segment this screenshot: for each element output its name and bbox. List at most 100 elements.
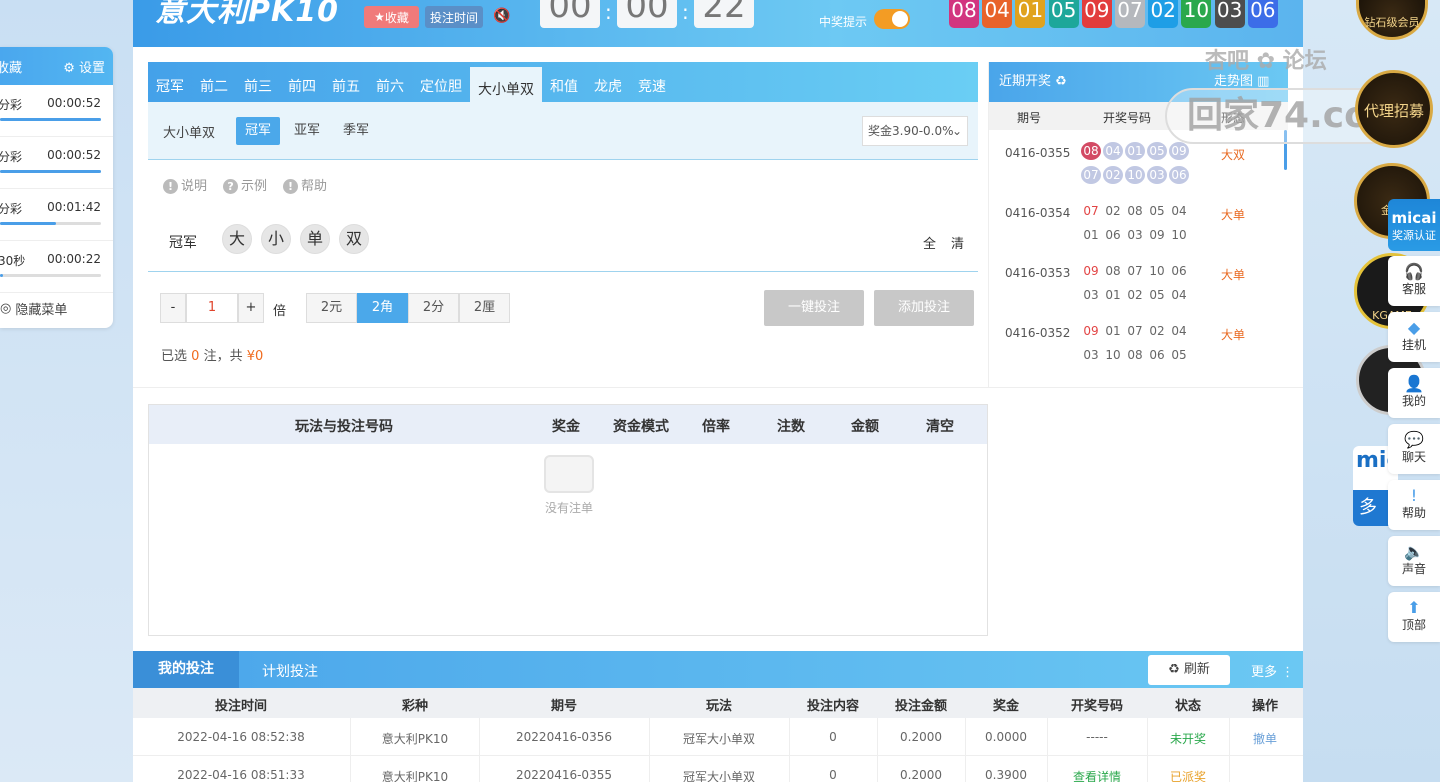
select-all-button[interactable]: 全 — [923, 233, 936, 252]
mute-icon[interactable]: 🔇 — [493, 8, 510, 24]
help-links: ! 说明 ? 示例 ! 帮助 — [163, 175, 327, 194]
records-cell[interactable]: 查看详情 — [1073, 768, 1121, 782]
sidebar-item[interactable]: ⬆ 顶部 — [1388, 592, 1440, 642]
multiplier-minus-button[interactable]: - — [160, 293, 186, 323]
money-unit-button[interactable]: 2角 — [357, 293, 408, 323]
favorite-game-name: 分彩 — [0, 98, 23, 112]
draw-issue: 0416-0352 — [1005, 326, 1071, 340]
prize-tip-label: 中奖提示 — [819, 15, 868, 29]
micai-sub: 奖源认证 — [1392, 229, 1436, 242]
multiplier-plus-button[interactable]: + — [238, 293, 264, 323]
favorite-game-item[interactable]: 分彩 00:00:52 — [0, 137, 113, 189]
odds-select[interactable]: 奖金3.90-0.0% ⌄ — [862, 116, 968, 146]
tab-play[interactable]: 前四 — [280, 62, 324, 102]
col-issue: 期号 — [1017, 111, 1042, 125]
records-cell: 冠军大小单双 — [682, 732, 756, 746]
draw-number: 07 — [1127, 264, 1143, 278]
tab-plan-bets[interactable]: 计划投注 — [262, 661, 318, 681]
refresh-button[interactable]: ♻ 刷新 — [1148, 655, 1230, 685]
records-col: 投注金额 — [894, 699, 948, 714]
sidebar-item[interactable]: 🎧 客服 — [1388, 256, 1440, 306]
pick-option-button[interactable]: 大 — [222, 224, 252, 254]
bet-list-col: 倍率 — [702, 419, 730, 435]
clear-button[interactable]: 清 — [951, 233, 964, 252]
tab-play[interactable]: 前二 — [192, 62, 236, 102]
tab-play[interactable]: 冠军 — [148, 62, 192, 102]
sidebar-item-label: 挂机 — [1401, 338, 1426, 352]
records-cell: 冠军大小单双 — [682, 770, 756, 782]
subtab-position[interactable]: 冠军 — [236, 117, 281, 145]
hide-menu-button[interactable]: ◎ 隐藏菜单 — [0, 299, 67, 318]
sidebar-item[interactable]: ! 帮助 — [1388, 480, 1440, 530]
records-cell[interactable]: 撤单 — [1253, 730, 1277, 747]
tab-play[interactable]: 龙虎 — [586, 62, 630, 102]
pick-option-button[interactable]: 小 — [261, 224, 291, 254]
help-link[interactable]: ! 帮助 — [283, 175, 327, 194]
draw-ball: 02 — [1148, 0, 1179, 28]
add-bet-button[interactable]: 添加投注 — [874, 290, 974, 326]
favorite-button[interactable]: ★ 收藏 — [364, 6, 419, 28]
draw-ball: 06 — [1247, 0, 1278, 28]
agent-badge[interactable]: 代理招募 — [1355, 70, 1433, 148]
question-icon: ? — [223, 179, 239, 194]
favorite-game-item[interactable]: 分彩 00:00:52 — [0, 85, 113, 137]
multiplier-unit-label: 倍 — [273, 304, 287, 319]
money-unit-button[interactable]: 2元 — [306, 293, 357, 323]
sidebar-item[interactable]: 💬 聊天 — [1388, 424, 1440, 474]
info-icon: ! — [283, 179, 299, 194]
pick-option-button[interactable]: 单 — [300, 224, 330, 254]
tab-play[interactable]: 前三 — [236, 62, 280, 102]
draw-number: 02 — [1103, 166, 1123, 184]
records-cell: 已派奖 — [1169, 770, 1207, 782]
sidebar-item[interactable]: 👤 我的 — [1388, 368, 1440, 418]
tab-play[interactable]: 前六 — [368, 62, 412, 102]
tab-play[interactable]: 竞速 — [630, 62, 674, 102]
favorite-game-item[interactable]: 分彩 00:01:42 — [0, 189, 113, 241]
draw-number: 04 — [1171, 288, 1187, 302]
money-unit-button[interactable]: 2厘 — [459, 293, 510, 323]
tab-play[interactable]: 大小单双 — [470, 67, 542, 102]
money-unit-button[interactable]: 2分 — [408, 293, 459, 323]
more-button[interactable]: 更多 ⋮ — [1251, 661, 1294, 680]
bet-time-button[interactable]: 投注时间 — [425, 6, 483, 28]
column-divider — [1229, 718, 1230, 782]
table-row[interactable]: 2022-04-16 08:52:38 意大利PK10 20220416-0356 冠… — [133, 718, 1303, 756]
prize-tip-toggle[interactable] — [874, 9, 910, 29]
subtab-position[interactable]: 季军 — [334, 117, 378, 145]
help-link[interactable]: ! 说明 — [163, 175, 207, 194]
records-cell: 意大利PK10 — [381, 770, 449, 782]
micai-certification[interactable]: micai 奖源认证 — [1388, 199, 1440, 251]
tab-my-bets[interactable]: 我的投注 — [133, 651, 239, 688]
favorite-game-progress — [0, 170, 101, 173]
records-cell: 0 — [829, 768, 837, 782]
table-row[interactable]: 2022-04-16 08:51:33 意大利PK10 20220416-0355 冠… — [133, 756, 1303, 782]
selected-count: 0 — [191, 349, 200, 364]
eye-off-icon: ◎ — [0, 301, 12, 316]
tab-play[interactable]: 和值 — [542, 62, 586, 102]
sidebar-item[interactable]: 🔈 声音 — [1388, 536, 1440, 586]
draw-ball: 07 — [1115, 0, 1145, 28]
favorite-game-item[interactable]: 30秒 00:00:22 — [0, 241, 113, 293]
favorites-label[interactable]: 收藏 — [0, 57, 22, 76]
tab-play[interactable]: 前五 — [324, 62, 368, 102]
records-cell: 0.3900 — [985, 768, 1027, 782]
subtab-position[interactable]: 亚军 — [285, 117, 329, 145]
one-click-bet-button[interactable]: 一键投注 — [764, 290, 864, 326]
tab-play[interactable]: 定位胆 — [412, 62, 470, 102]
favorite-game-countdown: 00:00:52 — [47, 148, 101, 162]
column-divider — [1147, 718, 1148, 782]
records-col: 彩种 — [401, 699, 429, 714]
pick-option-button[interactable]: 双 — [339, 224, 369, 254]
draw-number: 02 — [1149, 324, 1165, 338]
multiplier-input[interactable]: 1 — [186, 293, 238, 323]
draw-ball: 10 — [1181, 0, 1212, 28]
records-col: 操作 — [1251, 699, 1279, 714]
sidebar-item[interactable]: ◆ 挂机 — [1388, 312, 1440, 362]
settings-button[interactable]: ⚙ 设置 — [63, 57, 105, 76]
bet-list-col: 注数 — [777, 419, 805, 435]
draw-number: 09 — [1149, 228, 1165, 242]
draw-form: 大单 — [1221, 208, 1246, 222]
subtab-group-label: 大小单双 — [163, 126, 216, 141]
odds-value: 奖金3.90-0.0% — [868, 124, 954, 138]
help-link[interactable]: ? 示例 — [223, 175, 267, 194]
